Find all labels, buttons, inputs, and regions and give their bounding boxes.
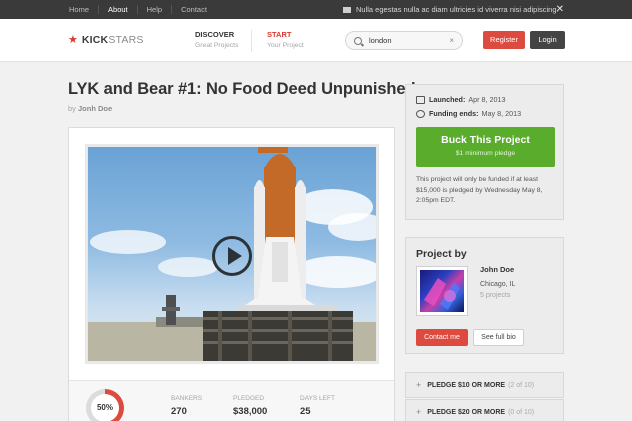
stat-bankers-label: BANKERS [171, 395, 203, 402]
login-button[interactable]: Login [530, 31, 565, 49]
stat-bankers-value: 270 [171, 406, 187, 417]
pledge-label: PLEDGE $10 OR MORE [427, 381, 506, 389]
mail-icon [343, 6, 351, 13]
pledge-label: PLEDGE $20 OR MORE [427, 408, 506, 416]
ends-label: Funding ends: [429, 109, 479, 118]
avatar[interactable] [416, 266, 468, 316]
funding-note: This project will only be funded if at l… [416, 176, 543, 204]
brand-part-b: STARS [108, 33, 144, 46]
page-title: LYK and Bear #1: No Food Deed Unpunished [68, 80, 416, 98]
stat-days-value: 25 [300, 406, 311, 417]
stat-pledged-value: $38,000 [233, 406, 268, 417]
avatar-image [420, 270, 464, 312]
stat-pledged-label: PLEDGED [233, 395, 265, 402]
pledge-item[interactable]: + PLEDGE $10 OR MORE (2 of 10) [405, 372, 564, 398]
register-button[interactable]: Register [483, 31, 525, 49]
nav-divider [251, 30, 252, 52]
funding-stats: 50% BANKERS 270 PLEDGED $38,000 DAYS LEF… [69, 380, 394, 421]
launched-label: Launched: [429, 95, 466, 104]
expand-icon: + [416, 380, 422, 390]
nav-start-subtitle: Your Project [267, 42, 304, 49]
brand-part-a: KICK [81, 33, 109, 46]
nav-start[interactable]: START Your Project [267, 30, 304, 49]
top-bar: Home About Help Contact Nulla egestas nu… [0, 0, 632, 19]
nav-discover[interactable]: DISCOVER Great Projects [195, 30, 238, 49]
stat-days-label: DAYS LEFT [300, 395, 335, 402]
author-link[interactable]: Jonh Doe [78, 104, 112, 113]
clear-search-icon[interactable]: × [449, 36, 454, 45]
stat-bankers: BANKERS 270 [171, 395, 202, 417]
project-video[interactable] [85, 144, 379, 364]
search-icon [354, 36, 362, 45]
funding-panel: Launched: Apr 8, 2013 Funding ends: May … [405, 84, 564, 220]
top-nav-home[interactable]: Home [60, 5, 98, 14]
logo[interactable]: ★ KICKSTARS [68, 33, 144, 47]
creator-projects: 5 projects [480, 292, 511, 299]
brand-name: KICKSTARS [82, 34, 144, 46]
back-project-button[interactable]: Buck This Project $1 minimum pledge [416, 127, 555, 167]
avatar-art [424, 278, 460, 310]
top-nav-help[interactable]: Help [136, 5, 171, 14]
launched-value: Apr 8, 2013 [468, 95, 506, 104]
top-nav-about[interactable]: About [98, 5, 137, 14]
byline: by Jonh Doe [68, 104, 112, 113]
progress-percent: 50% [91, 394, 119, 421]
notice-message: Nulla egestas nulla ac diam ultricies id… [343, 0, 559, 19]
search-value[interactable]: london [369, 36, 449, 45]
calendar-icon [416, 95, 425, 104]
close-icon[interactable]: ✕ [556, 0, 564, 19]
top-nav: Home About Help Contact [60, 0, 216, 19]
nav-discover-title: DISCOVER [195, 30, 235, 39]
pledge-item[interactable]: + PLEDGE $20 OR MORE (0 of 10) [405, 399, 564, 421]
byline-prefix: by [68, 104, 76, 113]
top-nav-contact[interactable]: Contact [171, 5, 216, 14]
creator-heading: Project by [416, 248, 467, 260]
expand-icon: + [416, 407, 422, 417]
ends-row: Funding ends: May 8, 2013 [416, 109, 521, 118]
stat-pledged: PLEDGED $38,000 [233, 395, 267, 417]
project-card: 50% BANKERS 270 PLEDGED $38,000 DAYS LEF… [68, 127, 395, 421]
full-bio-button[interactable]: See full bio [473, 329, 524, 346]
launched-row: Launched: Apr 8, 2013 [416, 95, 506, 104]
progress-ring: 50% [86, 389, 124, 421]
play-icon[interactable] [212, 236, 252, 276]
contact-button[interactable]: Contact me [416, 329, 468, 346]
creator-location: Chicago, IL [480, 281, 516, 288]
nav-discover-subtitle: Great Projects [195, 42, 239, 49]
notice-text: Nulla egestas nulla ac diam ultricies id… [356, 5, 559, 14]
back-project-subtitle: $1 minimum pledge [455, 150, 516, 157]
pledge-count: (0 of 10) [508, 408, 535, 416]
stat-days-left: DAYS LEFT 25 [300, 395, 335, 417]
creator-name[interactable]: John Doe [480, 265, 514, 274]
ends-value: May 8, 2013 [481, 109, 522, 118]
clock-icon [416, 109, 425, 118]
pledge-count: (2 of 10) [508, 381, 535, 389]
site-header: ★ KICKSTARS DISCOVER Great Projects STAR… [0, 19, 632, 62]
back-project-title: Buck This Project [441, 134, 530, 146]
star-icon: ★ [68, 34, 78, 46]
search-input[interactable]: london × [345, 31, 463, 50]
creator-panel: Project by John Doe Chicago, IL 5 projec… [405, 237, 564, 354]
nav-start-title: START [267, 30, 292, 39]
